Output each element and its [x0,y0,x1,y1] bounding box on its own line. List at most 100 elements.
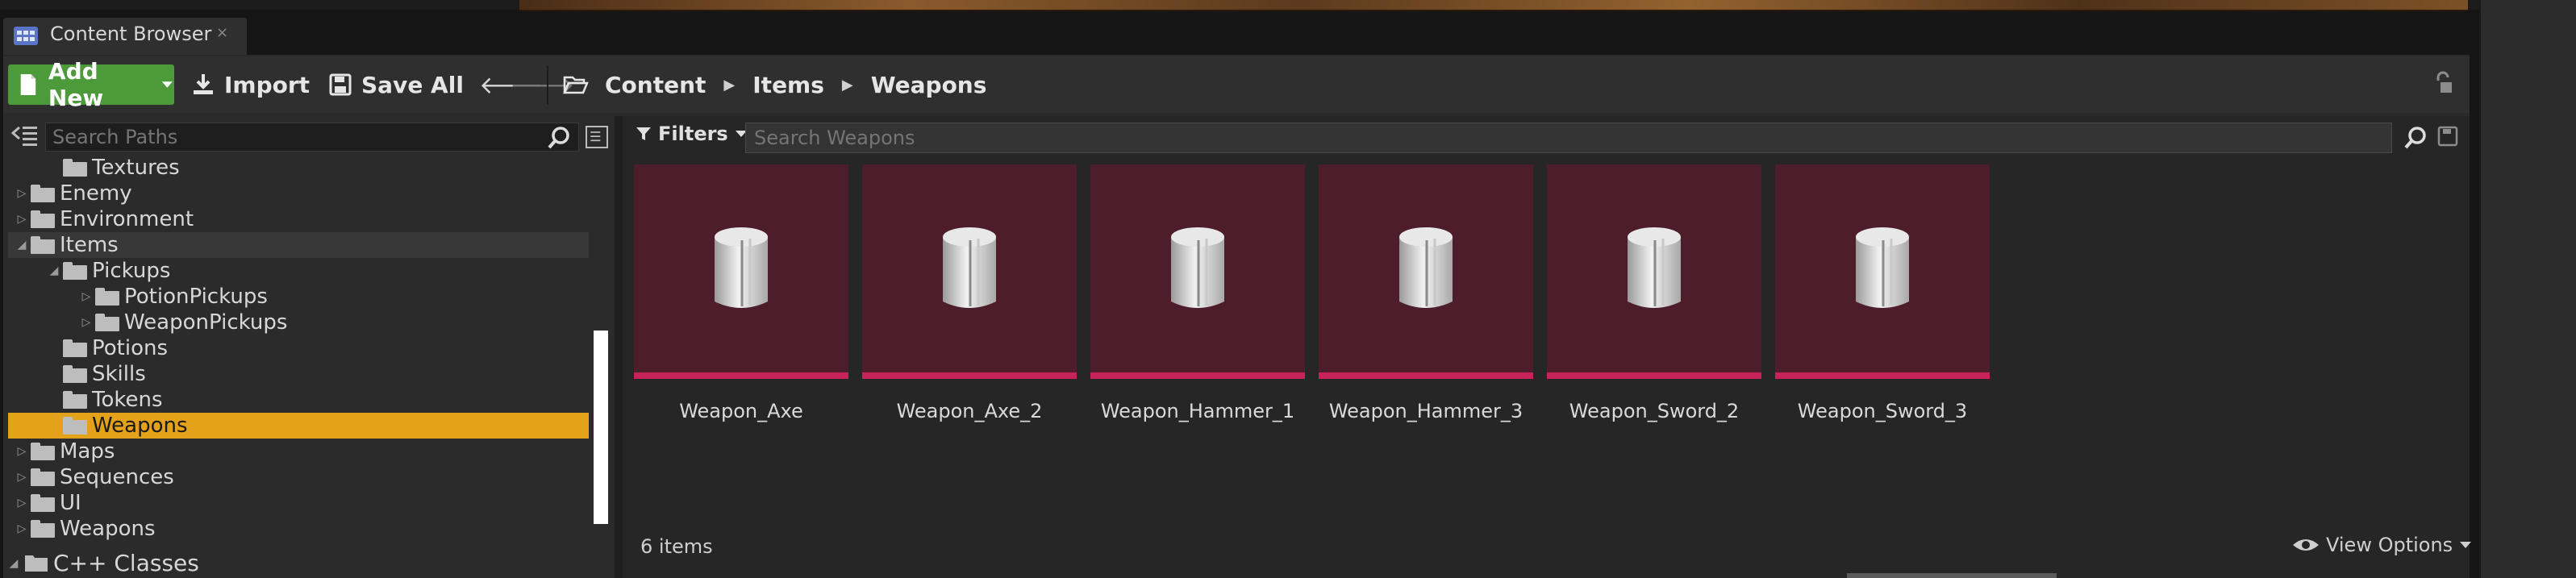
add-new-button[interactable]: Add New [8,58,174,111]
folder-weapons-l1[interactable]: ▷ Weapons [16,516,156,542]
horizontal-scrollbar[interactable] [1847,573,2057,578]
item-count: 6 items [640,535,713,558]
folder-label: Maps [60,439,115,464]
import-button[interactable]: Import [192,64,310,105]
folder-label: Potions [92,336,169,360]
folder-textures-l2[interactable]: Textures [48,155,180,181]
path-view-options-icon[interactable] [586,126,608,148]
folder-label: Items [60,233,119,257]
folder-icon [95,288,119,306]
folder-label: Weapons [92,414,188,438]
folder-pickups-l2[interactable]: ◢ Pickups [48,258,171,284]
folder-potions-l2[interactable]: Potions [48,335,168,361]
asset-type-bar [1319,372,1533,379]
expand-arrow-icon[interactable]: ◢ [48,264,60,277]
expand-arrow-icon[interactable]: ▷ [16,522,27,535]
folder-maps-l1[interactable]: ▷ Maps [16,439,115,464]
expand-arrow-icon[interactable]: ▷ [81,290,92,303]
asset-name[interactable]: Weapon_Sword_3 [1775,400,1990,422]
tree-scrollbar[interactable] [594,331,608,524]
cpp-classes-label: C++ Classes [53,550,199,576]
folder-icon [63,262,87,280]
filter-icon [636,127,651,140]
folder-icon [31,236,55,254]
chevron-down-icon [162,81,173,88]
tab-close-button[interactable]: × [216,24,228,41]
save-all-label: Save All [361,71,464,98]
viewport-preview [519,0,2468,11]
asset-tile[interactable] [862,164,1077,379]
folder-tokens-l2[interactable]: Tokens [48,387,163,413]
folder-icon [31,443,55,460]
folder-icon [95,314,119,331]
expand-arrow-icon[interactable]: ▷ [16,497,27,509]
folder-icon [31,185,55,202]
asset-tile[interactable] [1547,164,1761,379]
static-mesh-thumbnail-icon [943,227,996,308]
search-icon [2404,127,2426,149]
folder-icon [63,365,87,383]
lock-icon[interactable] [2432,71,2453,95]
folder-environment-l1[interactable]: ▷ Environment [16,206,194,232]
asset-tile[interactable] [1319,164,1533,379]
asset-name[interactable]: Weapon_Sword_2 [1547,400,1761,422]
folder-label: Sequences [60,465,174,489]
folder-icon [63,417,87,435]
asset-tile[interactable] [1775,164,1990,379]
import-icon [194,74,213,94]
search-assets-input[interactable] [745,123,2392,153]
panel-splitter[interactable] [615,116,623,578]
asset-name[interactable]: Weapon_Axe_2 [862,400,1077,422]
asset-name[interactable]: Weapon_Hammer_3 [1319,400,1533,422]
expand-arrow-icon[interactable]: ▷ [16,445,27,458]
tab-title: Content Browser [50,23,212,45]
folder-icon [63,339,87,357]
collapse-sources-icon[interactable] [11,123,39,148]
save-search-icon[interactable] [2437,126,2458,147]
expand-arrow-icon[interactable]: ▷ [16,187,27,200]
folder-icon [63,391,87,409]
new-file-icon [20,74,36,95]
folder-label: Textures [92,156,180,180]
asset-tile[interactable] [634,164,848,379]
expand-arrow-icon[interactable]: ▷ [16,471,27,484]
breadcrumb-content[interactable]: Content [605,72,706,98]
folder-label: Pickups [92,259,171,283]
asset-tile[interactable] [1090,164,1305,379]
expand-arrow-icon: ◢ [9,556,19,570]
folder-icon [25,555,48,572]
folder-items-l1[interactable]: ◢ Items [8,232,589,258]
folder-label: PotionPickups [124,285,268,309]
folder-icon [63,159,87,177]
folder-weaponpickups-l3[interactable]: ▷ WeaponPickups [81,310,288,335]
folder-weapons-l2[interactable]: Weapons [8,413,589,439]
folder-ui-l1[interactable]: ▷ UI [16,490,81,516]
folder-skills-l2[interactable]: Skills [48,361,146,387]
folder-label: Weapons [60,517,156,541]
expand-arrow-icon[interactable]: ◢ [16,239,27,252]
expand-arrow-icon[interactable]: ▷ [81,316,92,329]
search-icon [548,127,569,149]
asset-name[interactable]: Weapon_Axe [634,400,848,422]
search-paths-input[interactable] [45,123,579,152]
breadcrumb: Content ▶ Items ▶ Weapons [563,64,986,105]
asset-name[interactable]: Weapon_Hammer_1 [1090,400,1305,422]
folder-enemy-l1[interactable]: ▷ Enemy [16,181,132,206]
filters-label: Filters [658,123,728,145]
expand-arrow-icon[interactable]: ▷ [16,213,27,226]
cpp-classes-folder[interactable]: ◢ C++ Classes [8,550,199,576]
folder-potionpickups-l3[interactable]: ▷ PotionPickups [81,284,268,310]
save-all-button[interactable]: Save All [329,64,464,105]
folder-label: Tokens [92,388,163,412]
folder-sequences-l1[interactable]: ▷ Sequences [16,464,174,490]
asset-type-bar [1775,372,1990,379]
right-side-panel [2479,0,2576,578]
view-options-button[interactable]: View Options [2292,534,2472,556]
breadcrumb-weapons[interactable]: Weapons [871,72,987,98]
static-mesh-thumbnail-icon [1171,227,1224,308]
breadcrumb-items[interactable]: Items [752,72,824,98]
folder-label: Enemy [60,181,132,206]
filters-button[interactable]: Filters [636,123,748,145]
folder-label: Skills [92,362,146,386]
static-mesh-thumbnail-icon [715,227,768,308]
